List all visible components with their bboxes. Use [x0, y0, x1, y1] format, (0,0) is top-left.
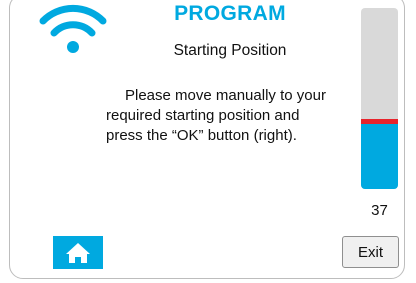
gauge-fill — [361, 122, 398, 189]
home-icon — [66, 242, 90, 263]
position-gauge — [361, 8, 398, 189]
home-button[interactable] — [53, 236, 103, 269]
instruction-line-3: press the “OK” button (right). — [106, 127, 297, 144]
exit-button[interactable]: Exit — [342, 236, 399, 268]
instruction-line-2: required starting position and — [106, 107, 300, 124]
gauge-value: 37 — [371, 202, 388, 219]
device-screen: PROGRAM Starting Position Please move ma… — [9, 0, 405, 279]
page-subtitle: Starting Position — [173, 42, 287, 59]
instruction-line-1: Please move manually to your — [125, 87, 326, 104]
instruction-message: Please move manually to your required st… — [106, 86, 366, 146]
wifi-icon — [39, 4, 107, 53]
gauge-marker — [361, 119, 398, 125]
page-title: PROGRAM — [174, 2, 286, 25]
